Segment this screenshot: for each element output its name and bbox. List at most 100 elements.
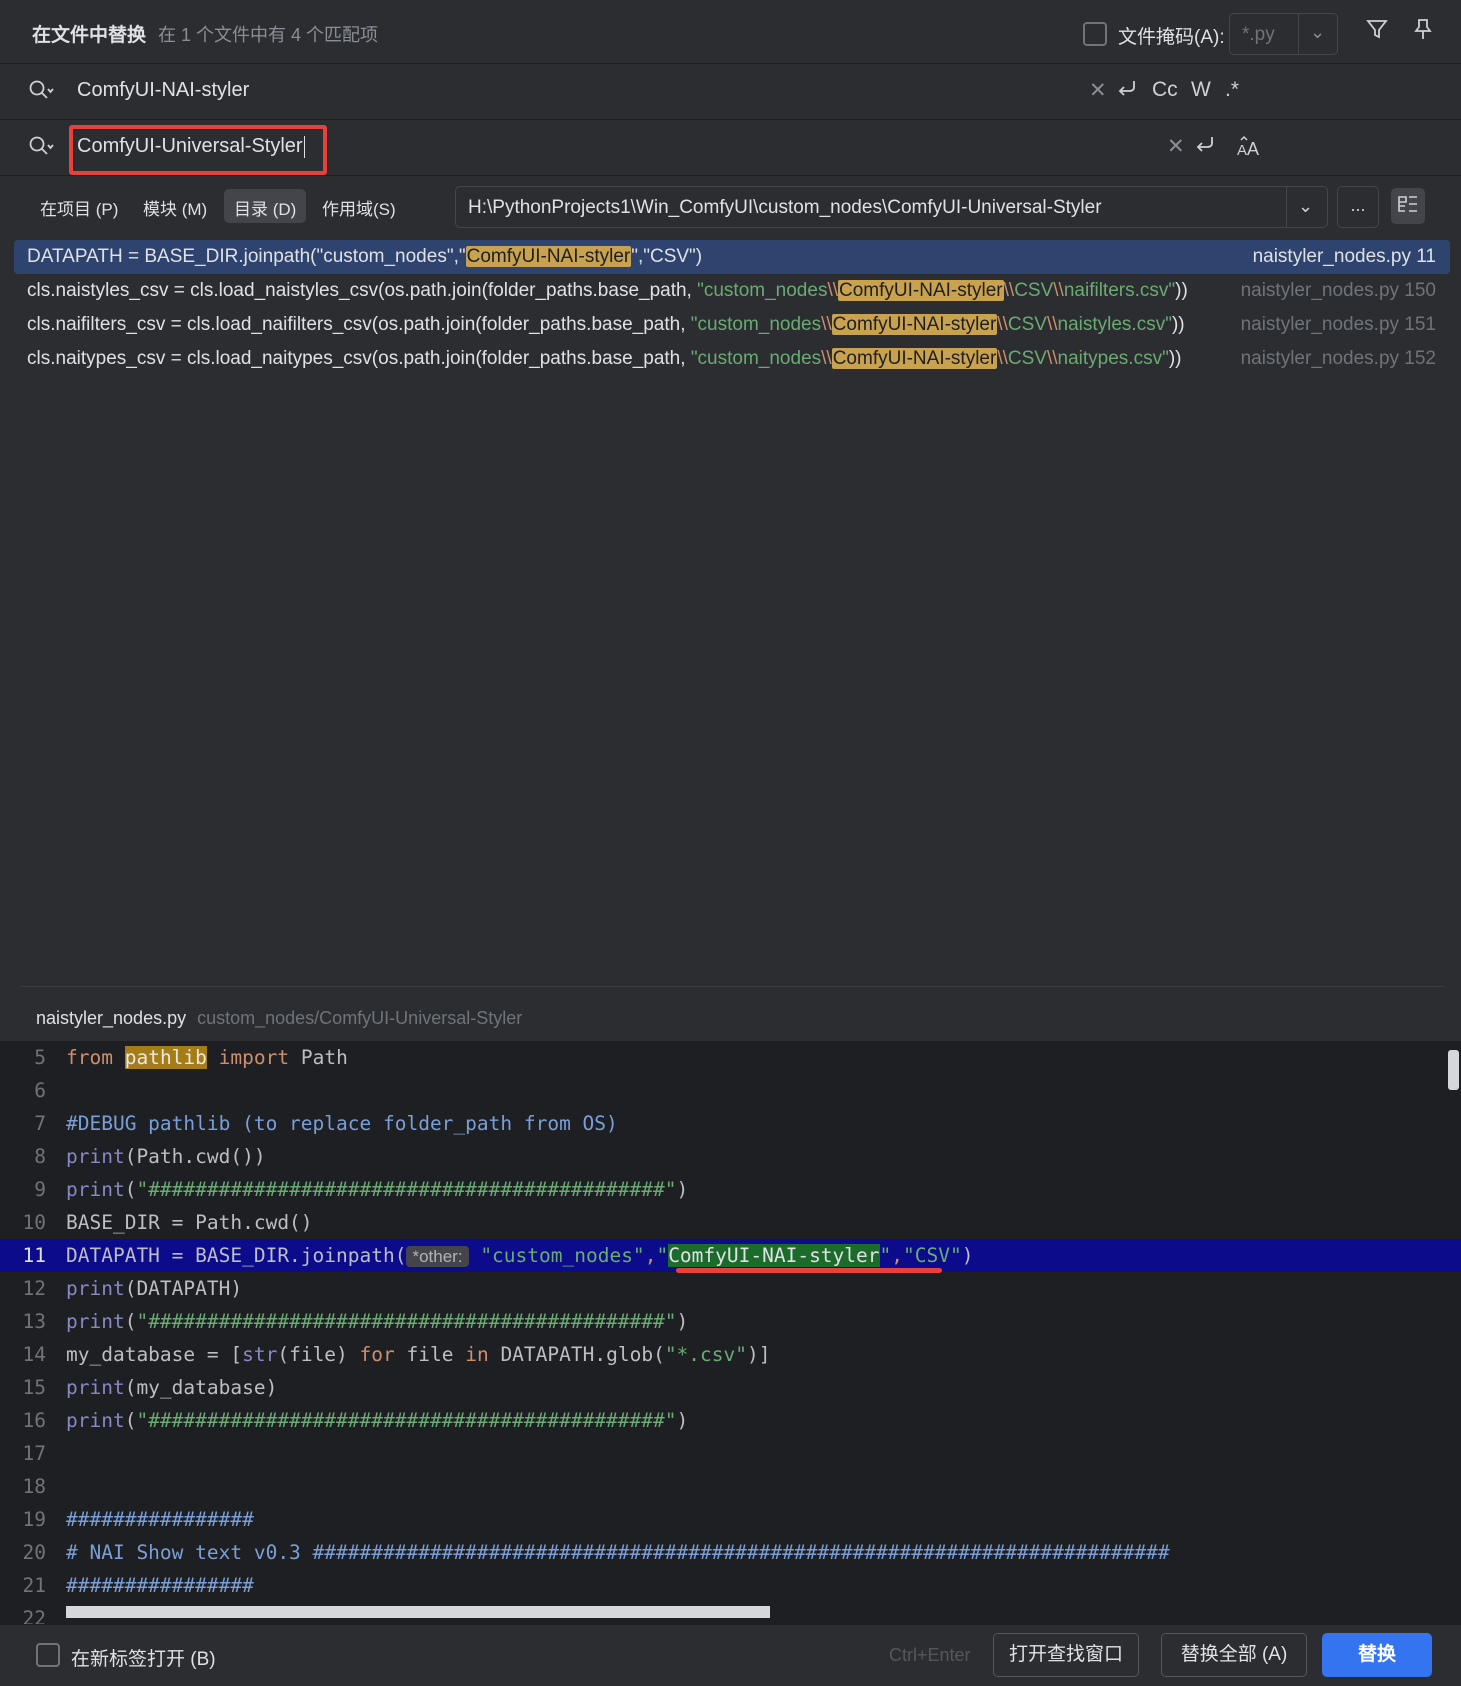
svg-text:A: A — [1237, 142, 1247, 158]
line-content: print("#################################… — [66, 1409, 688, 1432]
chevron-down-icon[interactable]: ⌄ — [1310, 22, 1325, 43]
search-history-icon[interactable] — [28, 78, 54, 108]
line-number: 15 — [22, 1376, 46, 1399]
escape-sequence: \\ — [821, 348, 832, 369]
chevron-down-icon[interactable]: ⌄ — [1298, 196, 1313, 217]
code-text: ) — [961, 1244, 974, 1267]
escape-sequence: \\ — [1053, 280, 1064, 301]
results-list: DATAPATH = BASE_DIR.joinpath("custom_nod… — [14, 240, 1450, 980]
preserve-case-icon[interactable]: AA — [1236, 134, 1262, 164]
clear-icon[interactable]: ✕ — [1089, 78, 1107, 103]
splitter[interactable] — [20, 986, 1445, 987]
tab-in-project[interactable]: 在项目 (P) — [30, 189, 128, 223]
keyword: in — [465, 1343, 489, 1366]
browse-directory-button[interactable]: ... — [1337, 186, 1379, 228]
escape-sequence: \\ — [1046, 314, 1058, 335]
replace-history-icon[interactable] — [28, 134, 54, 164]
line-content: DATAPATH = BASE_DIR.joinpath(*other: "cu… — [66, 1244, 973, 1267]
escape-sequence: \\ — [1003, 280, 1015, 301]
result-file: naistyler_nodes.py 151 — [1240, 314, 1436, 335]
open-new-tab-checkbox[interactable] — [36, 1643, 60, 1667]
code-text: (my_database) — [124, 1376, 278, 1399]
result-text: cls.naistyles_csv = cls.load_naistyles_c… — [27, 280, 698, 301]
code-text: my_database = [ — [66, 1343, 243, 1366]
result-text: DATAPATH = BASE_DIR.joinpath("custom_nod… — [27, 246, 466, 267]
code-line: 15 print(my_database) — [0, 1371, 1461, 1404]
occurrence-highlight: pathlib — [124, 1046, 207, 1069]
code-line: 13 print("##############################… — [0, 1305, 1461, 1338]
line-content: my_database = [str(file) for file in DAT… — [66, 1343, 770, 1366]
svg-text:A: A — [1247, 139, 1259, 158]
recursive-directories-icon[interactable] — [1391, 188, 1425, 224]
result-text: cls.naitypes_csv = cls.load_naitypes_csv… — [27, 348, 691, 369]
title-bar: 在文件中替换 在 1 个文件中有 4 个匹配项 文件掩码(A): *.py ⌄ — [0, 0, 1461, 64]
escape-sequence: \\ — [821, 314, 832, 335]
tab-scope[interactable]: 作用域(S) — [312, 189, 406, 223]
builtin: print — [66, 1409, 125, 1432]
result-text: cls.naifilters_csv = cls.load_naifilters… — [27, 314, 691, 335]
line-number: 6 — [34, 1079, 46, 1102]
code-text: DATAPATH.glob( — [488, 1343, 665, 1366]
result-row[interactable]: cls.naistyles_csv = cls.load_naistyles_c… — [14, 274, 1450, 308]
code-text: ) — [676, 1409, 689, 1432]
match-case-toggle[interactable]: Cc — [1152, 78, 1178, 102]
result-text: )) — [1168, 348, 1182, 369]
line-content: # NAI Show text v0.3 ###################… — [66, 1541, 1170, 1564]
open-find-window-button[interactable]: 打开查找窗口 — [993, 1633, 1139, 1677]
tab-module[interactable]: 模块 (M) — [133, 189, 217, 223]
code-line: 16 print("##############################… — [0, 1404, 1461, 1437]
string-literal: "#######################################… — [136, 1409, 677, 1432]
builtin: print — [66, 1376, 125, 1399]
string-literal: "#######################################… — [136, 1178, 677, 1201]
escape-sequence: \\ — [997, 348, 1008, 369]
match-highlight: ComfyUI-NAI-styler — [831, 314, 998, 335]
result-code: cls.naitypes_csv = cls.load_naitypes_csv… — [27, 348, 1181, 370]
code-preview[interactable]: 5 from pathlib import Path 6 7 #DEBUG pa… — [0, 1041, 1461, 1624]
replace-all-button[interactable]: 替换全部 (A) — [1161, 1633, 1307, 1677]
replace-button[interactable]: 替换 — [1322, 1633, 1432, 1677]
match-highlight: ComfyUI-NAI-styler — [465, 246, 632, 267]
match-highlight: ComfyUI-NAI-styler — [668, 1244, 880, 1267]
regex-toggle[interactable]: .* — [1225, 78, 1239, 102]
pin-icon[interactable] — [1413, 18, 1433, 46]
newline-icon[interactable] — [1115, 78, 1139, 106]
escape-sequence: \\ — [997, 314, 1008, 335]
code-line: 12 print(DATAPATH) — [0, 1272, 1461, 1305]
horizontal-scrollbar[interactable] — [66, 1606, 770, 1618]
line-content: print("#################################… — [66, 1310, 688, 1333]
line-content: ################ — [66, 1508, 254, 1531]
tab-directory[interactable]: 目录 (D) — [224, 189, 307, 223]
builtin: print — [66, 1310, 125, 1333]
string-literal: "#######################################… — [136, 1310, 677, 1333]
result-row[interactable]: DATAPATH = BASE_DIR.joinpath("custom_nod… — [14, 240, 1450, 274]
clear-icon[interactable]: ✕ — [1167, 134, 1185, 159]
result-text: )) — [1171, 314, 1185, 335]
code-line: 21 ################ — [0, 1569, 1461, 1602]
code-text: ( — [124, 1409, 137, 1432]
filter-icon[interactable] — [1366, 18, 1388, 46]
string-literal: naistyles.csv" — [1057, 314, 1172, 335]
vertical-scrollbar[interactable] — [1448, 1050, 1459, 1090]
string-literal: " — [656, 1244, 669, 1267]
result-row[interactable]: cls.naitypes_csv = cls.load_naitypes_csv… — [14, 342, 1450, 376]
code-line: 14 my_database = [str(file) for file in … — [0, 1338, 1461, 1371]
file-mask-checkbox[interactable] — [1083, 22, 1107, 46]
combo-separator — [1286, 187, 1287, 227]
code-line: 7 #DEBUG pathlib (to replace folder_path… — [0, 1107, 1461, 1140]
line-number: 5 — [34, 1046, 46, 1069]
newline-icon[interactable] — [1193, 134, 1217, 162]
builtin: str — [242, 1343, 278, 1366]
code-line: 8 print(Path.cwd()) — [0, 1140, 1461, 1173]
line-number: 16 — [22, 1409, 46, 1432]
code-line: 9 print("###############################… — [0, 1173, 1461, 1206]
result-row[interactable]: cls.naifilters_csv = cls.load_naifilters… — [14, 308, 1450, 342]
builtin: print — [66, 1178, 125, 1201]
string-literal: " — [879, 1244, 892, 1267]
line-number: 7 — [34, 1112, 46, 1135]
directory-combo[interactable]: H:\PythonProjects1\Win_ComfyUI\custom_no… — [455, 186, 1328, 228]
file-mask-combo[interactable]: *.py ⌄ — [1229, 13, 1338, 55]
find-input[interactable]: ComfyUI-NAI-styler — [77, 79, 249, 102]
whole-words-toggle[interactable]: W — [1191, 78, 1211, 102]
line-number: 21 — [22, 1574, 46, 1597]
result-code: cls.naifilters_csv = cls.load_naifilters… — [27, 314, 1185, 336]
